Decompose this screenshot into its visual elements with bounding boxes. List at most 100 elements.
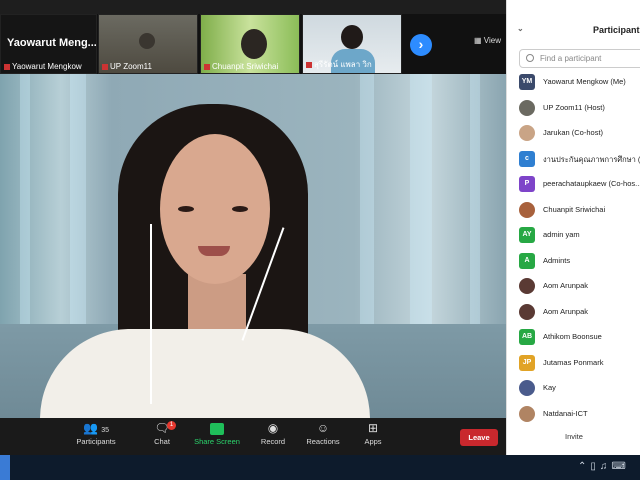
os-taskbar: ⌃▯♫⌨ xyxy=(0,455,640,480)
tile-name: สุรีรัตน์ แพลา วิก xyxy=(306,58,372,71)
participant-name: Natdanai-ICT xyxy=(543,408,588,418)
participant-row[interactable]: c งานประกันคุณภาพการศึกษา (Co... xyxy=(517,149,640,169)
avatar: AB xyxy=(519,329,535,345)
participant-name: Jarukan (Co-host) xyxy=(543,128,604,137)
avatar xyxy=(519,303,535,320)
participant-row[interactable]: Aom Arunpak xyxy=(517,276,640,296)
avatar: A xyxy=(519,252,535,269)
gallery-tile-participant[interactable]: Chuanpit Sriwichai xyxy=(200,14,300,74)
gallery-tile-participant[interactable]: สุรีรัตน์ แพลา วิก xyxy=(302,14,402,74)
tile-name: Chuanpit Sriwichai xyxy=(204,62,278,71)
participant-row[interactable]: AB Athikom Boonsue xyxy=(517,327,640,347)
participant-head xyxy=(241,29,267,59)
participants-count: 35 xyxy=(101,427,110,434)
apps-icon: ⊞ xyxy=(367,421,379,435)
gallery-strip: Yaowarut Meng... Yaowarut Mengkow UP Zoo… xyxy=(0,14,506,74)
participant-search-input[interactable]: Find a participant xyxy=(519,49,640,68)
avatar: YM xyxy=(519,74,535,90)
tile-name-text: Yaowarut Mengkow xyxy=(12,62,82,71)
participant-row[interactable]: AY admin yam xyxy=(517,225,640,245)
share-screen-button[interactable]: Share Screen xyxy=(187,421,247,453)
muted-mic-icon xyxy=(102,63,108,70)
participant-name: งานประกันคุณภาพการศึกษา (Co... xyxy=(543,154,640,164)
participants-label: Participants xyxy=(76,437,116,446)
tile-name: Yaowarut Mengkow xyxy=(4,62,82,71)
share-screen-label: Share Screen xyxy=(194,437,240,446)
tile-name-text: UP Zoom11 xyxy=(110,62,152,71)
participant-row[interactable]: YM Yaowarut Mengkow (Me) xyxy=(517,72,640,92)
avatar: P xyxy=(519,176,535,192)
chat-icon: 🗨 xyxy=(154,421,170,435)
participant-name: Aom Arunpak xyxy=(543,281,589,290)
participant-name: Chuanpit Sriwichai xyxy=(543,204,606,214)
participant-name: Yaowarut Mengkow (Me) xyxy=(543,77,626,86)
tile-name-text: Chuanpit Sriwichai xyxy=(212,62,279,71)
avatar xyxy=(519,99,535,116)
participant-name: Aom Arunpak xyxy=(543,306,589,316)
chat-button[interactable]: 🗨 1 Chat xyxy=(132,421,192,453)
view-label: View xyxy=(483,36,501,45)
active-speaker-video xyxy=(0,74,506,418)
participant-row[interactable]: Chuanpit Sriwichai xyxy=(517,200,640,220)
chevron-down-icon[interactable]: ⌄ xyxy=(517,24,524,33)
start-button[interactable] xyxy=(0,455,10,480)
view-button[interactable]: ▦ View xyxy=(474,36,501,45)
participant-row[interactable]: Aom Arunpak xyxy=(517,302,640,322)
share-screen-icon xyxy=(187,421,247,435)
speaker-mouth xyxy=(198,246,230,256)
muted-mic-icon xyxy=(204,63,210,70)
meeting-toolbar: 👥 35 Participants 🗨 1 Chat Share Screen … xyxy=(0,418,506,455)
meeting-area: Yaowarut Meng... Yaowarut Mengkow UP Zoo… xyxy=(0,0,506,455)
participant-row[interactable]: A Admints xyxy=(517,251,640,271)
participants-panel: ⌄ Participants Find a participant YM Yaow… xyxy=(506,0,640,455)
avatar xyxy=(519,201,535,218)
speaker-face xyxy=(160,134,270,284)
participant-row[interactable]: Natdanai-ICT xyxy=(517,404,640,424)
chat-badge: 1 xyxy=(167,421,176,430)
invite-button[interactable]: Invite xyxy=(565,432,583,441)
participant-row[interactable]: Jarukan (Co-host) xyxy=(517,123,640,143)
avatar xyxy=(519,380,535,396)
speaker-shirt xyxy=(40,329,370,418)
gallery-tile-host[interactable]: UP Zoom11 xyxy=(98,14,198,74)
tile-big-name: Yaowarut Meng... xyxy=(7,37,97,49)
next-page-button[interactable]: › xyxy=(410,34,432,56)
speaker-eye xyxy=(178,206,194,212)
avatar: c xyxy=(519,150,535,167)
avatar xyxy=(519,278,535,294)
apps-label: Apps xyxy=(364,437,382,446)
participant-name: Jutamas Ponmark xyxy=(543,357,604,367)
earphone-cord xyxy=(150,224,152,404)
participant-row[interactable]: Kay xyxy=(517,378,640,398)
search-placeholder: Find a participant xyxy=(540,54,602,63)
avatar: AY xyxy=(519,227,535,243)
tile-name-text: สุรีรัตน์ แพลา วิก xyxy=(314,60,372,69)
avatar: JP xyxy=(519,354,535,371)
panel-header: ⌄ Participants xyxy=(507,0,640,40)
chat-label: Chat xyxy=(154,437,170,446)
participant-row[interactable]: UP Zoom11 (Host) xyxy=(517,98,640,118)
avatar xyxy=(519,125,535,141)
muted-mic-icon xyxy=(306,61,312,68)
participant-name: Admints xyxy=(543,255,571,265)
participant-name: UP Zoom11 (Host) xyxy=(543,102,605,112)
system-tray[interactable]: ⌃▯♫⌨ xyxy=(578,461,630,472)
avatar xyxy=(519,405,535,422)
search-icon xyxy=(526,54,534,62)
participant-name: Athikom Boonsue xyxy=(543,332,602,341)
muted-mic-icon xyxy=(4,63,10,70)
apps-button[interactable]: ⊞ Apps xyxy=(343,421,403,453)
participant-name: Kay xyxy=(543,383,556,392)
participants-button[interactable]: 👥 35 Participants xyxy=(66,421,126,453)
participants-icon: 👥 35 xyxy=(82,421,110,435)
gallery-tile-self[interactable]: Yaowarut Meng... Yaowarut Mengkow xyxy=(0,14,97,74)
panel-title: Participants xyxy=(593,25,640,35)
leave-button[interactable]: Leave xyxy=(460,429,498,446)
participant-name: admin yam xyxy=(543,230,580,239)
participant-row[interactable]: Ppeerachataupkaew (Co-hos... xyxy=(517,174,640,194)
participant-row[interactable]: JP Jutamas Ponmark xyxy=(517,353,640,373)
speaker-eye xyxy=(232,206,248,212)
zoom-window: Yaowarut Meng... Yaowarut Mengkow UP Zoo… xyxy=(0,0,640,480)
tile-name: UP Zoom11 xyxy=(102,62,152,71)
room-figure xyxy=(139,33,155,49)
